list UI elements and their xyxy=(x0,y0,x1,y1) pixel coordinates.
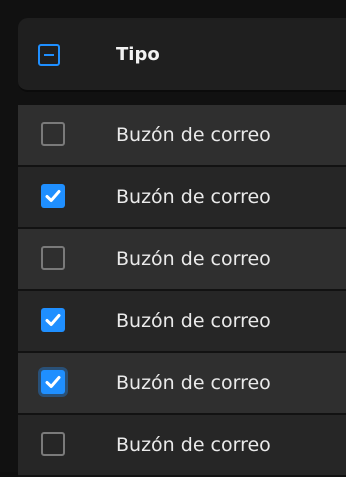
row-checkbox[interactable] xyxy=(41,246,65,270)
table-row[interactable]: Buzón de correo xyxy=(18,105,346,167)
row-label: Buzón de correo xyxy=(116,186,271,208)
row-label: Buzón de correo xyxy=(116,434,271,456)
row-checkbox[interactable] xyxy=(41,308,65,332)
row-checkbox[interactable] xyxy=(41,432,65,456)
row-label: Buzón de correo xyxy=(116,248,271,270)
checkmark-icon xyxy=(45,314,61,326)
table-row[interactable]: Buzón de correo xyxy=(18,167,346,229)
table-row[interactable]: Buzón de correo xyxy=(18,415,346,477)
row-label: Buzón de correo xyxy=(116,124,271,146)
table-header: Tipo xyxy=(18,18,346,92)
row-checkbox[interactable] xyxy=(41,370,65,394)
table-row[interactable]: Buzón de correo xyxy=(18,353,346,415)
table-row[interactable]: Buzón de correo xyxy=(18,291,346,353)
indeterminate-checkbox-icon xyxy=(38,44,60,66)
checkmark-icon xyxy=(45,376,61,388)
checkmark-icon xyxy=(45,190,61,202)
column-header-tipo[interactable]: Tipo xyxy=(116,45,160,65)
table-row[interactable]: Buzón de correo xyxy=(18,229,346,291)
table-body: Buzón de correo Buzón de correo Buzón de… xyxy=(18,105,346,477)
table-panel: Tipo Buzón de correo Buzón de correo Buz… xyxy=(0,0,346,477)
row-label: Buzón de correo xyxy=(116,310,271,332)
row-checkbox[interactable] xyxy=(41,122,65,146)
row-checkbox[interactable] xyxy=(41,184,65,208)
select-all-checkbox[interactable] xyxy=(38,44,60,66)
row-label: Buzón de correo xyxy=(116,372,271,394)
